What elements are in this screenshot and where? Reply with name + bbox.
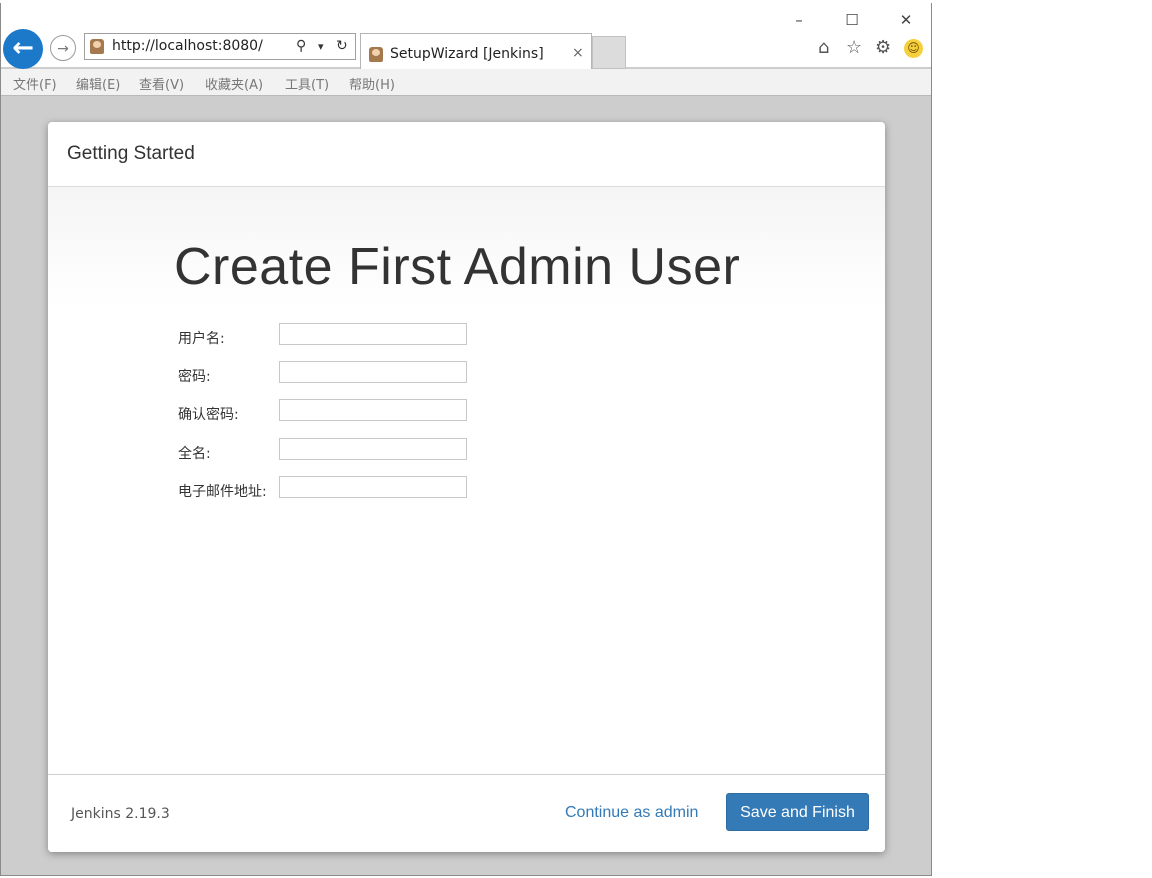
dialog-header-title: Getting Started [67, 143, 195, 164]
maximize-icon[interactable]: ☐ [838, 9, 866, 31]
jenkins-version: Jenkins 2.19.3 [71, 806, 170, 822]
minimize-icon[interactable]: – [785, 9, 813, 31]
fullname-label: 全名: [178, 446, 211, 462]
back-arrow-icon: ← [12, 33, 34, 63]
refresh-icon[interactable]: ↻ [336, 38, 348, 54]
username-input[interactable] [279, 323, 467, 345]
forward-arrow-icon: → [57, 41, 69, 57]
close-window-icon[interactable]: ✕ [892, 9, 920, 31]
fullname-input[interactable] [279, 438, 467, 460]
continue-as-admin-link[interactable]: Continue as admin [565, 804, 698, 822]
menu-view[interactable]: 查看(V) [139, 74, 184, 93]
menu-favorites[interactable]: 收藏夹(A) [205, 74, 263, 93]
url-text[interactable]: http://localhost:8080/ [112, 38, 263, 54]
browser-window: – ☐ ✕ ← → http://localhost:8080/ ⚲ ▾ ↻ S… [0, 3, 932, 876]
tab-title: SetupWizard [Jenkins] [390, 46, 544, 62]
address-bar[interactable]: http://localhost:8080/ ⚲ ▾ ↻ [84, 33, 356, 60]
new-tab-button[interactable] [592, 36, 626, 69]
menu-help[interactable]: 帮助(H) [349, 74, 395, 93]
star-icon[interactable]: ☆ [846, 37, 862, 58]
dialog-body: Create First Admin User 用户名: 密码: 确认密码: 全… [48, 187, 885, 774]
tab-setupwizard[interactable]: SetupWizard [Jenkins] × [360, 33, 592, 70]
setup-dialog: Getting Started Create First Admin User … [48, 122, 885, 852]
menu-edit[interactable]: 编辑(E) [76, 74, 120, 93]
jenkins-favicon-icon [369, 47, 383, 62]
menu-tools[interactable]: 工具(T) [285, 74, 329, 93]
chevron-down-icon[interactable]: ▾ [318, 40, 324, 53]
gear-icon[interactable]: ⚙ [875, 37, 891, 58]
dialog-header: Getting Started [48, 122, 885, 187]
home-icon[interactable]: ⌂ [818, 37, 829, 58]
email-input[interactable] [279, 476, 467, 498]
password-input[interactable] [279, 361, 467, 383]
browser-topbar: – ☐ ✕ ← → http://localhost:8080/ ⚲ ▾ ↻ S… [1, 3, 931, 70]
confirm-password-label: 确认密码: [178, 407, 239, 423]
confirm-password-input[interactable] [279, 399, 467, 421]
dialog-footer: Jenkins 2.19.3 Continue as admin Save an… [48, 774, 885, 852]
forward-button[interactable]: → [50, 35, 76, 61]
search-icon[interactable]: ⚲ [296, 38, 306, 54]
tab-close-icon[interactable]: × [572, 45, 584, 61]
username-label: 用户名: [178, 331, 225, 347]
email-label: 电子邮件地址: [178, 484, 267, 500]
jenkins-favicon-icon [90, 39, 104, 54]
password-label: 密码: [178, 369, 211, 385]
menu-bar: 文件(F) 编辑(E) 查看(V) 收藏夹(A) 工具(T) 帮助(H) [1, 69, 931, 96]
menu-file[interactable]: 文件(F) [13, 74, 57, 93]
save-and-finish-button[interactable]: Save and Finish [726, 793, 869, 831]
back-button[interactable]: ← [3, 29, 43, 69]
page-title: Create First Admin User [174, 238, 741, 296]
smiley-icon[interactable]: ☺ [904, 39, 923, 58]
